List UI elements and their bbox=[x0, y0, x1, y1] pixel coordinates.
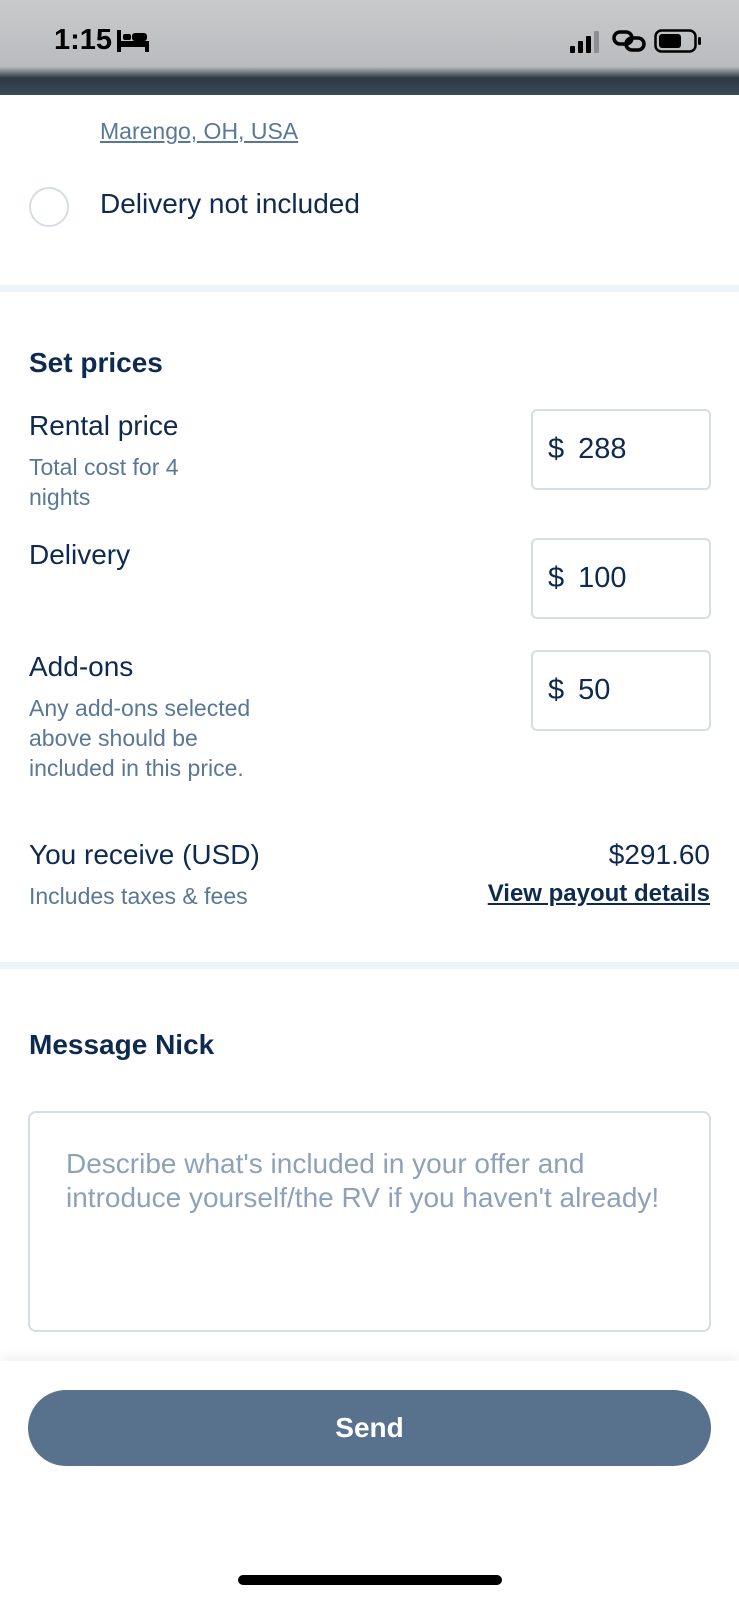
offer-sheet: Marengo, OH, USA Delivery not included S… bbox=[0, 96, 739, 1600]
you-receive-label: You receive (USD) bbox=[29, 839, 260, 870]
message-textarea[interactable]: Describe what's included in your offer a… bbox=[28, 1111, 711, 1332]
footer-bar: Send bbox=[0, 1361, 739, 1600]
delivery-location-link[interactable]: Marengo, OH, USA bbox=[100, 118, 298, 145]
addons-price-value: 50 bbox=[578, 674, 611, 706]
home-indicator bbox=[238, 1575, 502, 1585]
you-receive-subtext: Includes taxes & fees bbox=[29, 883, 248, 909]
delivery-price-label: Delivery bbox=[29, 539, 131, 570]
rental-price-value: 288 bbox=[578, 433, 627, 465]
rental-price-input[interactable]: $ 288 bbox=[531, 409, 711, 490]
you-receive-amount: $291.60 bbox=[608, 839, 710, 870]
section-divider bbox=[0, 962, 739, 969]
currency-symbol: $ bbox=[548, 562, 565, 594]
currency-symbol: $ bbox=[548, 674, 565, 706]
rental-price-label: Rental price bbox=[29, 410, 179, 441]
cellular-signal-icon bbox=[570, 31, 599, 53]
personal-hotspot-icon bbox=[612, 30, 646, 52]
addons-label: Add-ons bbox=[29, 651, 134, 682]
message-title: Message Nick bbox=[29, 1029, 215, 1060]
rental-price-subtext: Total cost for 4 nights bbox=[29, 454, 179, 510]
addons-subtext: Any add-ons selected above should be inc… bbox=[29, 695, 251, 781]
message-placeholder: Describe what's included in your offer a… bbox=[66, 1148, 660, 1213]
delivery-price-value: 100 bbox=[578, 562, 627, 594]
status-time: 1:15 bbox=[54, 24, 113, 56]
battery-icon bbox=[654, 29, 701, 53]
set-prices-title: Set prices bbox=[29, 347, 163, 378]
delivery-price-input[interactable]: $ 100 bbox=[531, 538, 711, 619]
status-bar: 1:15 bbox=[0, 0, 739, 95]
sleep-focus-icon bbox=[117, 30, 149, 52]
currency-symbol: $ bbox=[548, 433, 565, 465]
section-divider bbox=[0, 285, 739, 292]
view-payout-details-link[interactable]: View payout details bbox=[488, 880, 710, 908]
addons-price-input[interactable]: $ 50 bbox=[531, 650, 711, 731]
delivery-not-included-radio[interactable] bbox=[29, 187, 69, 227]
send-button[interactable]: Send bbox=[28, 1390, 711, 1466]
delivery-not-included-label[interactable]: Delivery not included bbox=[100, 188, 360, 220]
